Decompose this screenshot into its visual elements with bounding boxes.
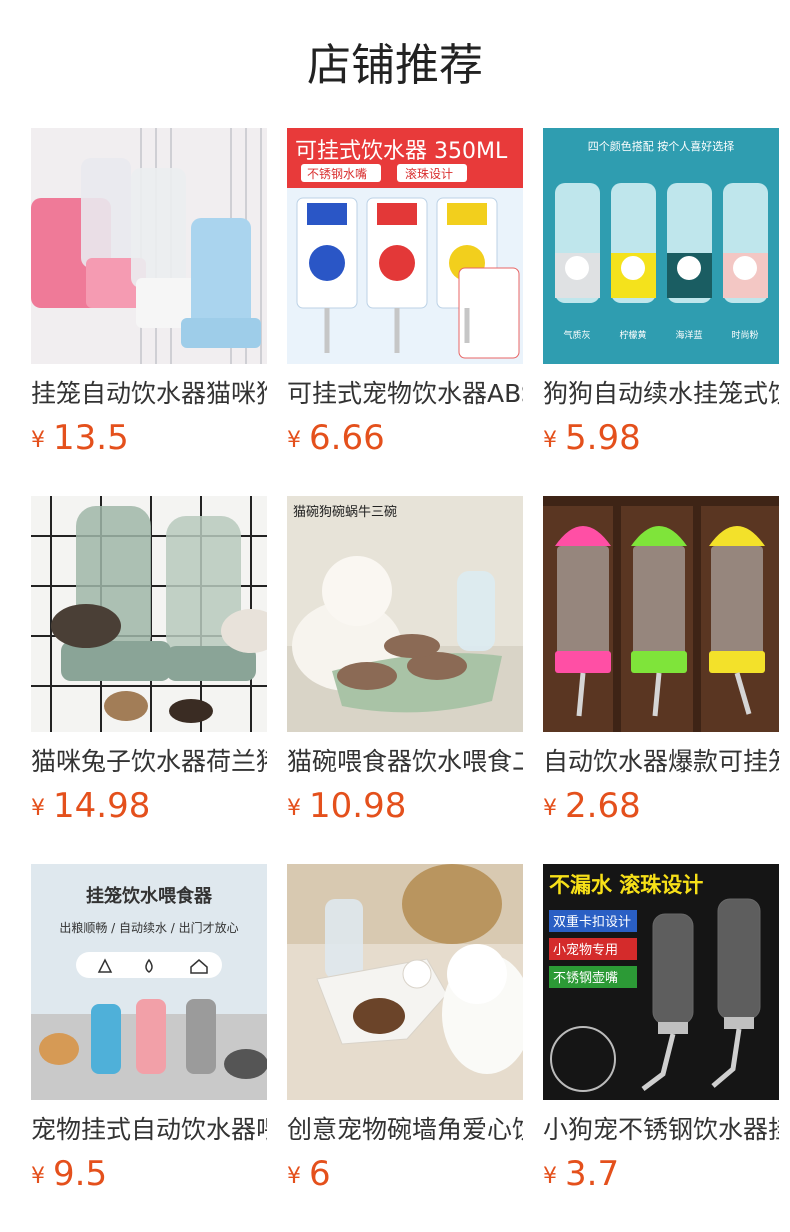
image-tag: 小宠物专用: [553, 942, 618, 958]
currency-symbol: ¥: [287, 796, 301, 821]
product-image[interactable]: [543, 496, 779, 732]
price-amount: 14.98: [53, 786, 151, 826]
product-name[interactable]: 自动饮水器爆款可挂笼: [543, 744, 779, 780]
image-caption: 四个颜色搭配 按个人喜好选择: [588, 139, 735, 153]
product-price: ¥3.7: [543, 1154, 619, 1194]
product-card[interactable]: 猫咪兔子饮水器荷兰猪 ¥14.98: [31, 496, 267, 836]
currency-symbol: ¥: [287, 428, 301, 453]
product-name[interactable]: 可挂式宠物饮水器ABS材质: [287, 376, 523, 412]
product-name[interactable]: 狗狗自动续水挂笼式饮水器: [543, 376, 779, 412]
product-name[interactable]: 小狗宠不锈钢饮水器挂式: [543, 1112, 779, 1148]
product-card[interactable]: 挂笼自动饮水器猫咪狗狗 ¥13.5: [31, 128, 267, 468]
page-title: 店铺推荐: [307, 40, 483, 91]
currency-symbol: ¥: [31, 796, 45, 821]
currency-symbol: ¥: [543, 428, 557, 453]
price-amount: 13.5: [53, 418, 129, 458]
product-name[interactable]: 猫碗喂食器饮水喂食二合一: [287, 744, 523, 780]
color-label: 气质灰: [563, 329, 590, 341]
product-price: ¥10.98: [287, 786, 406, 826]
currency-symbol: ¥: [543, 796, 557, 821]
color-label: 时尚粉: [731, 329, 758, 341]
image-headline: 挂笼饮水喂食器: [86, 885, 213, 907]
price-amount: 9.5: [53, 1154, 108, 1194]
product-card[interactable]: 可挂式饮水器 350ML 不锈钢水嘴 滚珠设计 可挂式宠物饮水器AB ¥ 6.6…: [287, 128, 523, 468]
product-price: ¥9.5: [31, 1154, 107, 1194]
image-tag: 不锈钢水嘴: [307, 167, 367, 181]
product-name[interactable]: 挂笼自动饮水器猫咪狗狗: [31, 376, 267, 412]
currency-symbol: ¥: [31, 1164, 45, 1189]
image-tag: 不锈钢壶嘴: [553, 971, 618, 986]
product-image[interactable]: [31, 496, 267, 732]
product-image[interactable]: 猫碗狗碗蜗牛三碗: [287, 496, 523, 732]
price-amount: 6: [309, 1154, 331, 1194]
product-card[interactable]: 创意宠物碗墙角爱心饮水 ¥6: [287, 864, 523, 1204]
product-card[interactable]: 挂笼饮水喂食器 出粮顺畅 / 自动续水 / 出门才放心 宠物挂式自动饮水器喂食 …: [31, 864, 267, 1204]
currency-symbol: ¥: [31, 428, 45, 453]
image-tag: 双重卡扣设计: [553, 914, 631, 930]
product-card[interactable]: 不漏水 滚珠设计 双重卡扣设计 小宠物专用 不锈钢壶嘴 小狗宠不锈钢饮水器挂式 …: [543, 864, 779, 1204]
price-amount: 10.98: [309, 786, 407, 826]
product-price: ¥2.68: [543, 786, 641, 826]
product-card[interactable]: 猫碗狗碗蜗牛三碗 猫碗喂食器饮水喂食二合一 ¥10.98: [287, 496, 523, 836]
price-amount: 3.7: [565, 1154, 620, 1194]
product-name[interactable]: 猫咪兔子饮水器荷兰猪: [31, 744, 267, 780]
product-image[interactable]: 不漏水 滚珠设计 双重卡扣设计 小宠物专用 不锈钢壶嘴: [543, 864, 779, 1100]
product-image[interactable]: [31, 128, 267, 364]
product-name[interactable]: 宠物挂式自动饮水器喂食: [31, 1112, 267, 1148]
product-price: ¥13.5: [31, 418, 129, 458]
product-price: ¥6.66: [287, 418, 385, 458]
image-tag: 滚珠设计: [405, 166, 453, 181]
product-price: ¥6: [287, 1154, 331, 1194]
product-card[interactable]: 四个颜色搭配 按个人喜好选择 气质灰 柠檬黄 海洋蓝 时尚粉 狗狗自动续水挂笼式…: [543, 128, 779, 468]
price-amount: 5.98: [565, 418, 641, 458]
product-image[interactable]: 可挂式饮水器 350ML 不锈钢水嘴 滚珠设计: [287, 128, 523, 364]
product-price: ¥14.98: [31, 786, 150, 826]
product-name[interactable]: 创意宠物碗墙角爱心饮水: [287, 1112, 523, 1148]
image-headline: 不漏水 滚珠设计: [549, 873, 703, 897]
product-card[interactable]: 自动饮水器爆款可挂笼 ¥2.68: [543, 496, 779, 836]
color-label: 海洋蓝: [675, 329, 702, 341]
product-image[interactable]: 四个颜色搭配 按个人喜好选择 气质灰 柠檬黄 海洋蓝 时尚粉: [543, 128, 779, 364]
product-image[interactable]: [287, 864, 523, 1100]
currency-symbol: ¥: [543, 1164, 557, 1189]
image-headline: 可挂式饮水器 350ML: [295, 139, 508, 164]
price-amount: 2.68: [565, 786, 641, 826]
image-caption: 猫碗狗碗蜗牛三碗: [293, 504, 397, 520]
color-label: 柠檬黄: [619, 329, 646, 341]
price-amount: 6.66: [309, 418, 385, 458]
currency-symbol: ¥: [287, 1164, 301, 1189]
product-price: ¥5.98: [543, 418, 641, 458]
product-image[interactable]: 挂笼饮水喂食器 出粮顺畅 / 自动续水 / 出门才放心: [31, 864, 267, 1100]
image-subline: 出粮顺畅 / 自动续水 / 出门才放心: [59, 920, 238, 935]
